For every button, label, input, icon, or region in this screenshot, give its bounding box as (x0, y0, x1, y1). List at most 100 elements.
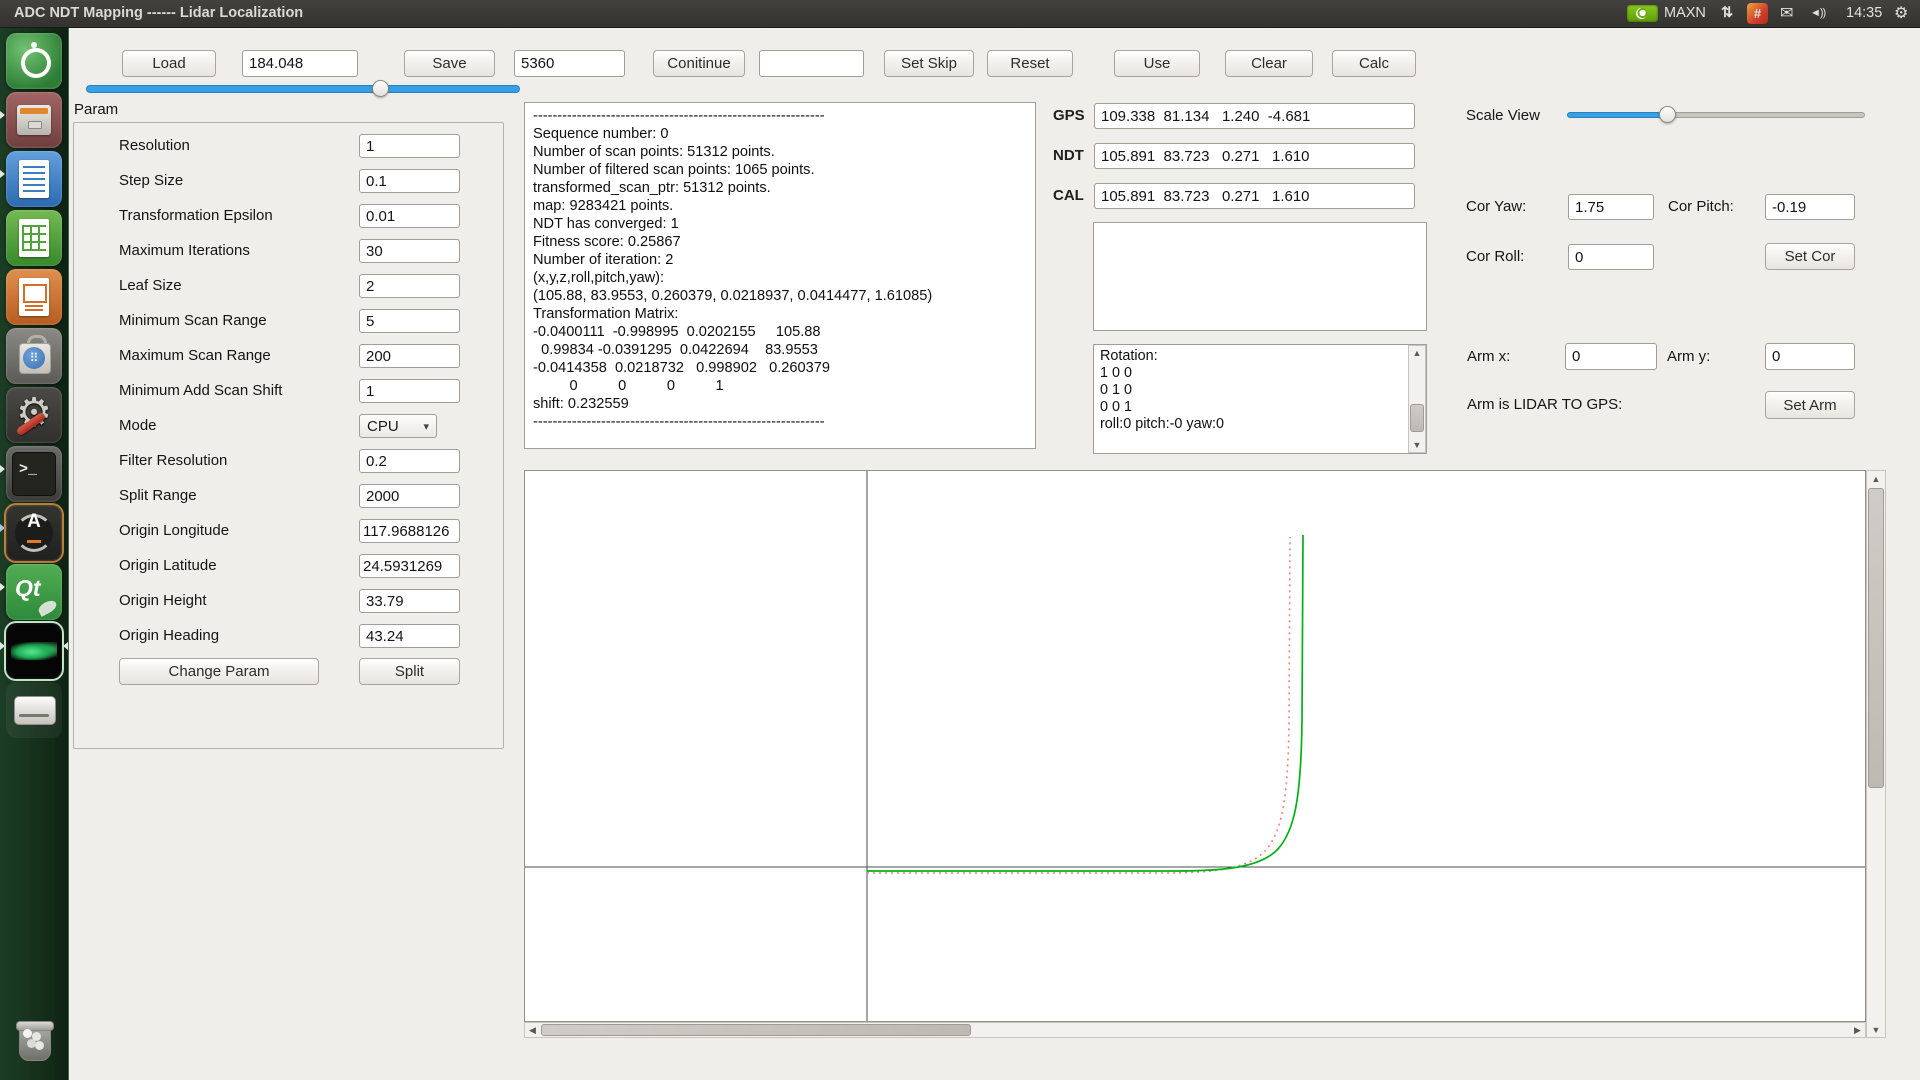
set-arm-button[interactable]: Set Arm (1765, 391, 1855, 419)
reset-button[interactable]: Reset (987, 50, 1073, 77)
cal-label: CAL (1053, 183, 1084, 209)
ubuntu-software-icon[interactable]: ⠿ (6, 328, 62, 384)
launcher-dock: ⠿ ⚙ >_ A Qt (0, 27, 69, 1080)
param-label-origin-heading: Origin Heading (119, 624, 219, 648)
files-icon[interactable] (6, 92, 62, 148)
change-param-button[interactable]: Change Param (119, 658, 319, 685)
continue-value-input[interactable] (759, 50, 864, 77)
scroll-up-icon[interactable]: ▲ (1866, 471, 1886, 486)
param-label-origin-longitude: Origin Longitude (119, 519, 229, 543)
map-plot-svg (525, 471, 1865, 1021)
session-gear-icon[interactable]: ⚙ (1894, 0, 1908, 27)
cor-yaw-label: Cor Yaw: (1466, 194, 1526, 220)
param-input-step-size[interactable] (359, 169, 460, 193)
arm-y-input[interactable] (1765, 343, 1855, 370)
load-value-input[interactable] (242, 50, 358, 77)
trash-paper-glyph (23, 1029, 32, 1038)
use-button[interactable]: Use (1114, 50, 1200, 77)
scale-slider-handle[interactable] (1659, 106, 1676, 123)
clock[interactable]: 14:35 (1846, 0, 1882, 27)
gps-value-input[interactable] (1094, 103, 1415, 129)
param-label-mode: Mode (119, 414, 157, 438)
param-label-split-range: Split Range (119, 484, 197, 508)
ubuntu-dash-icon[interactable] (6, 33, 62, 89)
set-skip-button[interactable]: Set Skip (884, 50, 974, 77)
system-settings-icon[interactable]: ⚙ (6, 387, 62, 443)
map-plot-canvas[interactable] (524, 470, 1866, 1022)
set-cor-button[interactable]: Set Cor (1765, 243, 1855, 270)
split-button[interactable]: Split (359, 658, 460, 685)
cor-pitch-input[interactable] (1765, 194, 1855, 220)
arm-note-label: Arm is LIDAR TO GPS: (1467, 391, 1622, 419)
param-input-resolution[interactable] (359, 134, 460, 158)
clear-button[interactable]: Clear (1225, 50, 1313, 77)
nvidia-mode-label: MAXN (1664, 0, 1706, 27)
software-updater-icon[interactable]: A (6, 505, 62, 561)
disk-drive-icon[interactable] (6, 682, 62, 738)
scroll-down-icon[interactable]: ▼ (1866, 1022, 1886, 1037)
param-input-transformation-epsilon[interactable] (359, 204, 460, 228)
position-slider-track[interactable] (86, 85, 520, 93)
mode-dropdown[interactable]: CPU ▾ (359, 414, 437, 438)
input-method-icon[interactable]: # (1747, 3, 1768, 24)
lidar-mapping-app-icon[interactable] (6, 623, 62, 679)
param-input-maximum-scan-range[interactable] (359, 344, 460, 368)
param-input-filter-resolution[interactable] (359, 449, 460, 473)
gps-track-line (867, 537, 1290, 873)
nvidia-eye-glyph (1636, 8, 1647, 19)
save-button[interactable]: Save (404, 50, 495, 77)
param-input-maximum-iterations[interactable] (359, 239, 460, 263)
param-label-resolution: Resolution (119, 134, 190, 158)
rotation-scrollbar[interactable] (1408, 345, 1426, 453)
param-input-minimum-add-scan-shift[interactable] (359, 379, 460, 403)
file-cabinet-glyph (17, 105, 51, 135)
scroll-right-icon[interactable]: ▶ (1850, 1022, 1865, 1038)
scale-slider-filled[interactable] (1567, 112, 1666, 118)
trash-rim-glyph (16, 1021, 54, 1031)
nvidia-icon[interactable] (1627, 5, 1658, 22)
trash-icon[interactable] (6, 1012, 62, 1068)
calc-button[interactable]: Calc (1332, 50, 1416, 77)
libreoffice-impress-icon[interactable] (6, 269, 62, 325)
param-panel-title: Param (74, 101, 118, 118)
running-indicator (0, 642, 5, 650)
cal-value-input[interactable] (1094, 183, 1415, 209)
mail-icon[interactable]: ✉ (1780, 0, 1793, 27)
param-input-origin-longitude[interactable] (359, 519, 460, 543)
param-input-minimum-scan-range[interactable] (359, 309, 460, 333)
scroll-up-icon[interactable]: ▲ (1408, 346, 1426, 360)
position-slider-handle[interactable] (372, 80, 389, 97)
scroll-down-icon[interactable]: ▼ (1408, 438, 1426, 452)
param-label-leaf-size: Leaf Size (119, 274, 182, 298)
volume-icon[interactable]: ◄)) (1810, 0, 1825, 27)
network-arrows-icon[interactable]: ⇅ (1721, 0, 1733, 27)
libreoffice-calc-icon[interactable] (6, 210, 62, 266)
running-indicator (0, 170, 5, 178)
libreoffice-writer-icon[interactable] (6, 151, 62, 207)
param-input-split-range[interactable] (359, 484, 460, 508)
param-input-origin-heading[interactable] (359, 624, 460, 648)
ndt-value-input[interactable] (1094, 143, 1415, 169)
updater-underline (27, 540, 41, 543)
drive-glyph (14, 696, 56, 725)
scale-slider-track[interactable] (1666, 112, 1865, 118)
save-value-input[interactable] (514, 50, 625, 77)
plot-horizontal-scrollbar-thumb[interactable] (541, 1024, 971, 1036)
arm-x-input[interactable] (1565, 343, 1657, 370)
param-input-origin-latitude[interactable] (359, 554, 460, 578)
continue-button[interactable]: Conitinue (653, 50, 745, 77)
rotation-scrollbar-thumb[interactable] (1410, 404, 1424, 432)
plot-vertical-scrollbar-thumb[interactable] (1868, 488, 1884, 788)
rotation-text: Rotation: 1 0 0 0 1 0 0 0 1 roll:0 pitch… (1100, 348, 1224, 433)
cor-roll-input[interactable] (1568, 244, 1654, 270)
chevron-down-icon: ▾ (423, 420, 429, 433)
terminal-icon[interactable]: >_ (6, 446, 62, 502)
param-input-leaf-size[interactable] (359, 274, 460, 298)
cor-pitch-label: Cor Pitch: (1668, 194, 1734, 220)
param-label-maximum-scan-range: Maximum Scan Range (119, 344, 271, 368)
scroll-left-icon[interactable]: ◀ (525, 1022, 540, 1038)
load-button[interactable]: Load (122, 50, 216, 77)
param-input-origin-height[interactable] (359, 589, 460, 613)
qt-creator-icon[interactable]: Qt (6, 564, 62, 620)
cor-yaw-input[interactable] (1568, 194, 1654, 220)
